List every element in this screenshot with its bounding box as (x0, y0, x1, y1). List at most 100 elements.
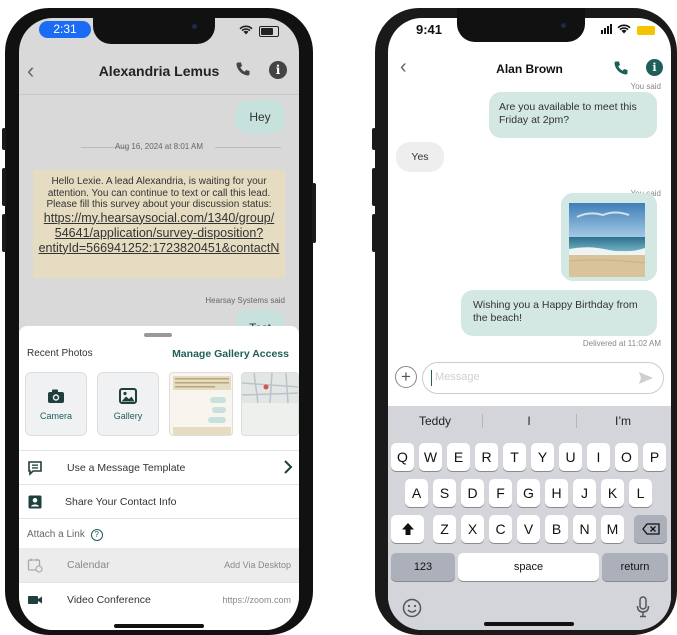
volume-up-button (372, 168, 376, 206)
wifi-icon (239, 24, 256, 38)
home-indicator[interactable] (484, 622, 574, 626)
key-s[interactable]: S (433, 479, 456, 507)
keyboard: Teddy I I’m Q W E R T Y U I O P A S D F … (388, 406, 671, 630)
status-time-pill: 2:31 (39, 21, 91, 38)
system-message-text: Hello Lexie. A lead Alexandria, is waiti… (46, 176, 272, 210)
key-b[interactable]: B (545, 515, 568, 543)
outgoing-message-meet: Are you available to meet this Friday at… (489, 92, 657, 138)
emoji-icon[interactable] (402, 598, 422, 623)
info-icon[interactable]: i (269, 61, 287, 79)
calendar-action: Add Via Desktop (224, 560, 291, 570)
you-said-label: You said (630, 82, 661, 91)
calendar-label: Calendar (67, 559, 110, 571)
outgoing-photo[interactable] (561, 193, 657, 281)
backspace-icon (641, 523, 660, 535)
info-icon[interactable]: i (646, 59, 663, 76)
delete-key[interactable] (634, 515, 667, 543)
message-placeholder: Message (435, 371, 480, 383)
status-icons (239, 24, 279, 38)
key-n[interactable]: N (573, 515, 596, 543)
survey-link-line-1[interactable]: https://my.hearsaysocial.com/1340/group/ (37, 211, 281, 226)
wifi-icon (617, 23, 634, 37)
key-z[interactable]: Z (433, 515, 456, 543)
volume-down-button (372, 214, 376, 252)
recent-map-thumbnail[interactable] (241, 372, 299, 436)
home-indicator[interactable] (114, 624, 204, 628)
message-input[interactable]: Message (422, 362, 664, 394)
key-q[interactable]: Q (391, 443, 414, 471)
space-key[interactable]: space (458, 553, 599, 581)
key-d[interactable]: D (461, 479, 484, 507)
power-button (312, 183, 316, 243)
camera-tile[interactable]: Camera (25, 372, 87, 436)
key-r[interactable]: R (475, 443, 498, 471)
notch (93, 8, 215, 44)
numbers-key[interactable]: 123 (391, 553, 455, 581)
key-f[interactable]: F (489, 479, 512, 507)
attach-link-header: Attach a Link ? (19, 518, 299, 549)
chevron-right-icon (283, 459, 293, 480)
key-g[interactable]: G (517, 479, 540, 507)
mute-switch (372, 128, 376, 150)
message-template-row[interactable]: Use a Message Template (19, 450, 299, 485)
key-o[interactable]: O (615, 443, 638, 471)
incoming-message-yes: Yes (396, 142, 444, 172)
key-e[interactable]: E (447, 443, 470, 471)
key-k[interactable]: K (601, 479, 624, 507)
attachment-sheet: Recent Photos Manage Gallery Access Came… (19, 326, 299, 630)
status-time: 9:41 (416, 22, 443, 37)
right-phone: 9:41 ‹ Alan Brown i You said Are you ava… (372, 8, 677, 635)
calendar-row[interactable]: Calendar Add Via Desktop (19, 548, 299, 582)
key-p[interactable]: P (643, 443, 666, 471)
volume-up-button (2, 168, 6, 206)
survey-link-line-3[interactable]: entityId=566941252:1723820451&contactN (37, 241, 281, 256)
add-attachment-button[interactable]: + (395, 366, 417, 388)
phone-icon[interactable] (613, 60, 629, 81)
survey-link-line-2[interactable]: 54641/application/survey-disposition? (37, 226, 281, 241)
key-x[interactable]: X (461, 515, 484, 543)
manage-gallery-access-link[interactable]: Manage Gallery Access (172, 348, 289, 360)
key-a[interactable]: A (405, 479, 428, 507)
contact-name: Alexandria Lemus (98, 63, 220, 79)
share-contact-row[interactable]: Share Your Contact Info (19, 484, 299, 519)
compose-bar: + Message (388, 356, 671, 400)
key-m[interactable]: M (601, 515, 624, 543)
key-w[interactable]: W (419, 443, 442, 471)
gallery-label: Gallery (113, 411, 143, 421)
video-conference-row[interactable]: Video Conference https://zoom.com (19, 582, 299, 617)
mute-switch (2, 128, 6, 150)
sheet-handle[interactable] (144, 333, 172, 337)
key-i[interactable]: I (587, 443, 610, 471)
key-j[interactable]: J (573, 479, 596, 507)
suggestion-3[interactable]: I’m (576, 406, 670, 436)
battery-icon (259, 26, 279, 38)
video-camera-icon (27, 593, 43, 611)
message-template-icon (27, 460, 43, 481)
shift-key[interactable] (391, 515, 424, 543)
key-u[interactable]: U (559, 443, 582, 471)
return-key[interactable]: return (602, 553, 668, 581)
gallery-icon (119, 388, 137, 409)
microphone-icon[interactable] (636, 596, 650, 623)
send-icon[interactable] (637, 369, 655, 392)
key-v[interactable]: V (517, 515, 540, 543)
key-c[interactable]: C (489, 515, 512, 543)
suggestion-1[interactable]: Teddy (388, 406, 482, 436)
key-l[interactable]: L (629, 479, 652, 507)
gallery-tile[interactable]: Gallery (97, 372, 159, 436)
key-y[interactable]: Y (531, 443, 554, 471)
delivered-status: Delivered at 11:02 AM (582, 339, 661, 348)
beach-photo (569, 203, 645, 277)
conversation-header: ‹ Alexandria Lemus i (19, 48, 299, 95)
signal-icon (601, 23, 616, 37)
calendar-icon (27, 557, 43, 578)
help-icon[interactable]: ? (90, 529, 103, 541)
phone-icon[interactable] (235, 61, 251, 82)
key-h[interactable]: H (545, 479, 568, 507)
date-stamp: Aug 16, 2024 at 8:01 AM (114, 142, 204, 151)
recent-photo-thumbnail[interactable] (169, 372, 233, 436)
message-template-label: Use a Message Template (67, 462, 186, 474)
suggestion-2[interactable]: I (482, 406, 576, 436)
contact-card-icon (27, 494, 43, 515)
key-t[interactable]: T (503, 443, 526, 471)
